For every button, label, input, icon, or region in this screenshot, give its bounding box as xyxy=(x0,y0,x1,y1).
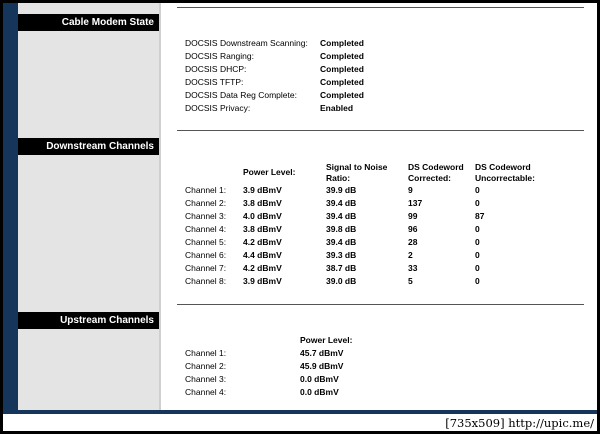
ds-header-uncorrectable-line1: DS Codeword xyxy=(475,162,531,172)
section-label-cable-modem-state: Cable Modem State xyxy=(18,14,159,31)
us-power: 0.0 dBmV xyxy=(300,374,339,384)
section-divider xyxy=(177,304,584,305)
ds-corrected: 28 xyxy=(408,237,418,247)
state-label: DOCSIS TFTP: xyxy=(185,77,244,87)
ds-channel: Channel 6: xyxy=(185,250,227,260)
section-label-downstream-channels: Downstream Channels xyxy=(18,138,159,155)
left-panel xyxy=(18,3,159,414)
ds-uncorrectable: 0 xyxy=(475,185,480,195)
ds-channel: Channel 8: xyxy=(185,276,227,286)
us-power: 45.7 dBmV xyxy=(300,348,344,358)
state-value: Enabled xyxy=(320,103,354,113)
ds-channel: Channel 1: xyxy=(185,185,227,195)
ds-power: 3.9 dBmV xyxy=(243,185,282,195)
ds-corrected: 96 xyxy=(408,224,418,234)
ds-snr: 39.9 dB xyxy=(326,185,357,195)
watermark-text: [735x509] http://upic.me/ xyxy=(445,416,594,430)
ds-uncorrectable: 0 xyxy=(475,263,480,273)
us-channel: Channel 2: xyxy=(185,361,227,371)
state-label: DOCSIS Downstream Scanning: xyxy=(185,38,308,48)
us-power: 45.9 dBmV xyxy=(300,361,344,371)
us-header-power: Power Level: xyxy=(300,335,353,345)
ds-power: 3.8 dBmV xyxy=(243,224,282,234)
us-channel: Channel 4: xyxy=(185,387,227,397)
ds-corrected: 9 xyxy=(408,185,413,195)
ds-channel: Channel 5: xyxy=(185,237,227,247)
ds-corrected: 5 xyxy=(408,276,413,286)
ds-power: 3.8 dBmV xyxy=(243,198,282,208)
ds-power: 4.0 dBmV xyxy=(243,211,282,221)
ds-uncorrectable: 0 xyxy=(475,224,480,234)
state-label: DOCSIS Privacy: xyxy=(185,103,251,113)
ds-snr: 39.4 dB xyxy=(326,211,357,221)
ds-header-snr-line1: Signal to Noise xyxy=(326,162,388,172)
ds-channel: Channel 7: xyxy=(185,263,227,273)
section-divider xyxy=(177,7,584,8)
state-value: Completed xyxy=(320,51,364,61)
ds-snr: 39.0 dB xyxy=(326,276,357,286)
ds-snr: 38.7 dB xyxy=(326,263,357,273)
state-value: Completed xyxy=(320,77,364,87)
ds-channel: Channel 4: xyxy=(185,224,227,234)
section-divider xyxy=(177,130,584,131)
ds-header-corrected-line1: DS Codeword xyxy=(408,162,464,172)
ds-snr: 39.8 dB xyxy=(326,224,357,234)
ds-uncorrectable: 0 xyxy=(475,250,480,260)
ds-corrected: 99 xyxy=(408,211,418,221)
ds-power: 4.2 dBmV xyxy=(243,263,282,273)
ds-header-power: Power Level: xyxy=(243,167,296,177)
ds-channel: Channel 3: xyxy=(185,211,227,221)
ds-uncorrectable: 0 xyxy=(475,198,480,208)
state-value: Completed xyxy=(320,90,364,100)
ds-snr: 39.4 dB xyxy=(326,237,357,247)
ds-corrected: 33 xyxy=(408,263,418,273)
ds-snr: 39.4 dB xyxy=(326,198,357,208)
ds-power: 4.2 dBmV xyxy=(243,237,282,247)
state-label: DOCSIS DHCP: xyxy=(185,64,247,74)
state-value: Completed xyxy=(320,64,364,74)
ds-header-uncorrectable-line2: Uncorrectable: xyxy=(475,173,535,183)
ds-channel: Channel 2: xyxy=(185,198,227,208)
ds-uncorrectable: 0 xyxy=(475,276,480,286)
us-channel: Channel 1: xyxy=(185,348,227,358)
ds-snr: 39.3 dB xyxy=(326,250,357,260)
ds-uncorrectable: 0 xyxy=(475,237,480,247)
section-label-upstream-channels: Upstream Channels xyxy=(18,312,159,329)
ds-corrected: 2 xyxy=(408,250,413,260)
left-blue-strip xyxy=(3,3,18,414)
us-channel: Channel 3: xyxy=(185,374,227,384)
ds-uncorrectable: 87 xyxy=(475,211,485,221)
us-power: 0.0 dBmV xyxy=(300,387,339,397)
state-label: DOCSIS Data Reg Complete: xyxy=(185,90,297,100)
state-label: DOCSIS Ranging: xyxy=(185,51,254,61)
ds-power: 4.4 dBmV xyxy=(243,250,282,260)
ds-power: 3.9 dBmV xyxy=(243,276,282,286)
state-value: Completed xyxy=(320,38,364,48)
ds-corrected: 137 xyxy=(408,198,423,208)
ds-header-snr-line2: Ratio: xyxy=(326,173,351,183)
ds-header-corrected-line2: Corrected: xyxy=(408,173,451,183)
